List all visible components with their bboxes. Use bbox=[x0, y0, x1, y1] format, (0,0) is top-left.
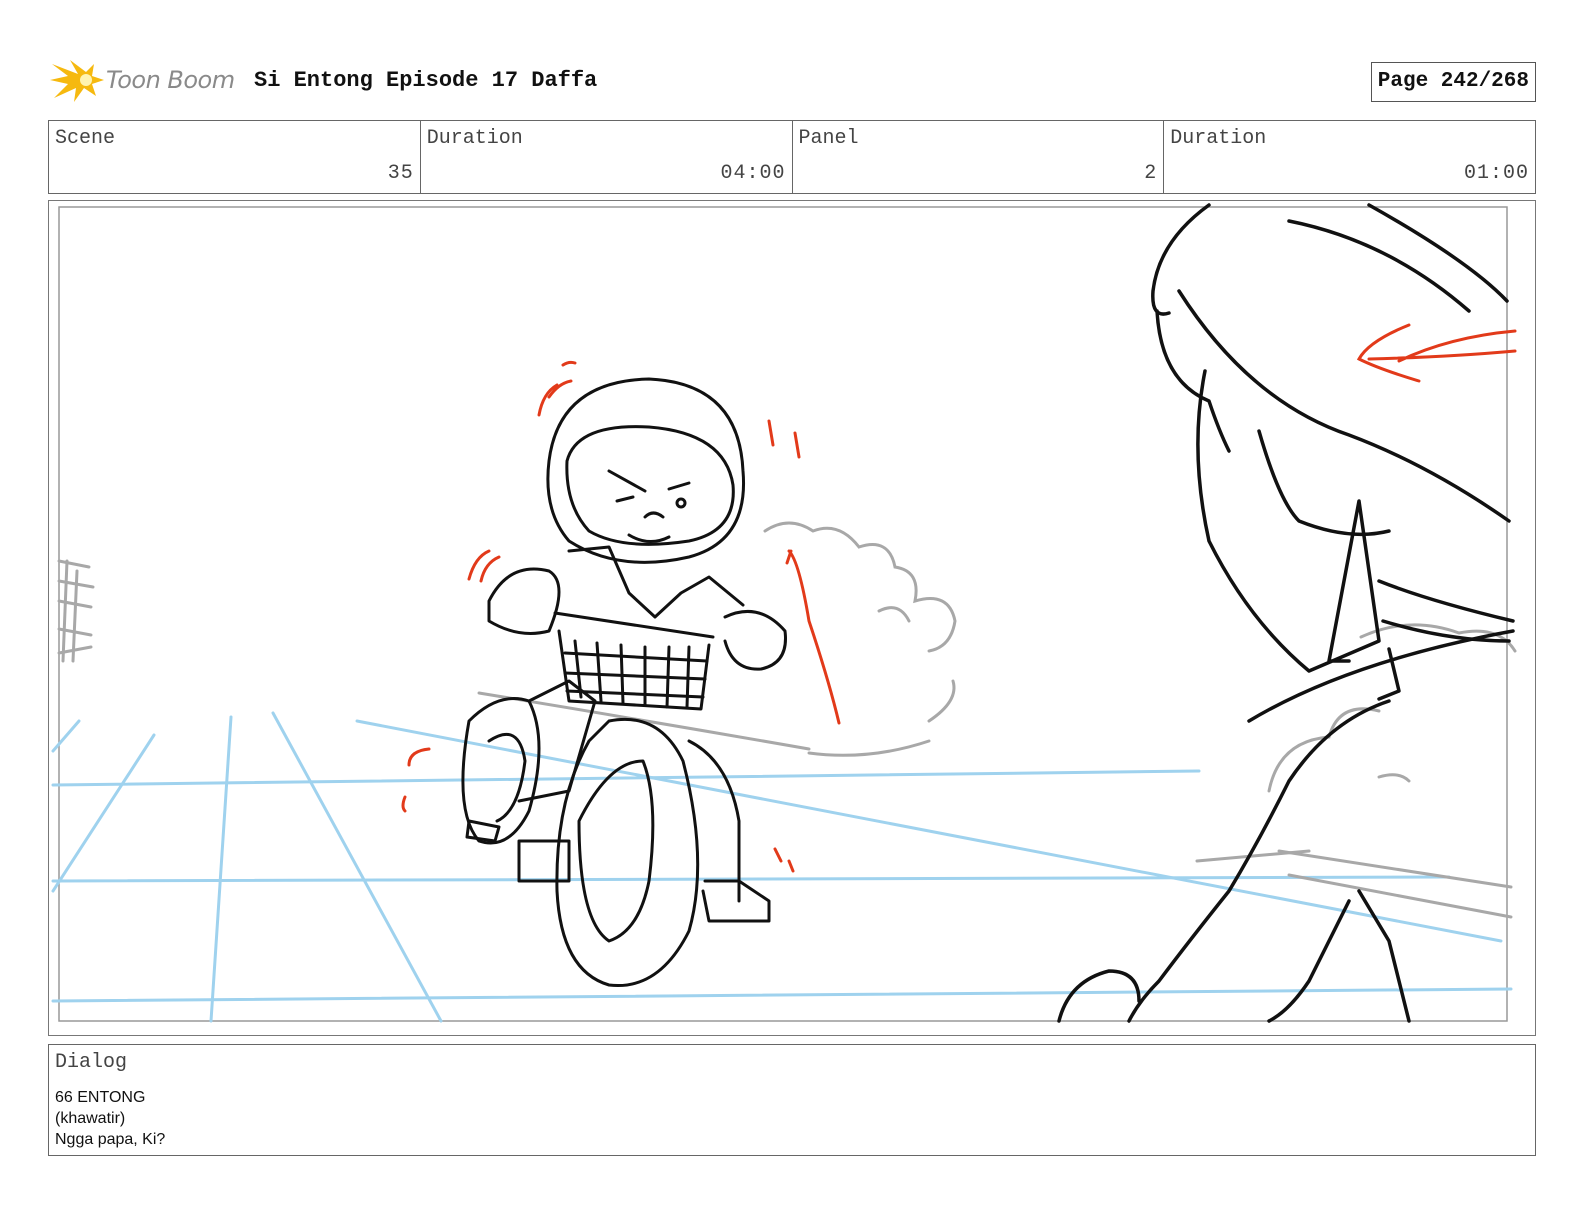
document-title: Si Entong Episode 17 Daffa bbox=[254, 68, 598, 93]
panel-duration-cell: Duration 01:00 bbox=[1164, 121, 1535, 193]
scene-duration-value: 04:00 bbox=[720, 162, 786, 185]
panel-value: 2 bbox=[1144, 162, 1158, 185]
logo-text: Toon Boom bbox=[106, 66, 235, 94]
entong-on-bike bbox=[461, 377, 787, 988]
panel-sketch bbox=[51, 203, 1517, 1023]
toon-boom-logo: Toon Boom bbox=[50, 56, 240, 106]
scene-duration-label: Duration bbox=[426, 127, 523, 150]
logo-burst-icon bbox=[50, 60, 104, 102]
scene-duration-cell: Duration 04:00 bbox=[421, 121, 793, 193]
panel-cell: Panel 2 bbox=[793, 121, 1165, 193]
dialog-line-direction: (khawatir) bbox=[55, 1110, 126, 1127]
perspective-guides bbox=[51, 711, 1513, 1023]
scene-info-table: Scene 35 Duration 04:00 Panel 2 Duration… bbox=[48, 120, 1536, 194]
dialog-text: 66 ENTONG (khawatir) Ngga papa, Ki? bbox=[55, 1087, 165, 1150]
scene-value: 35 bbox=[387, 162, 414, 185]
scene-cell: Scene 35 bbox=[49, 121, 421, 193]
storyboard-panel bbox=[48, 200, 1536, 1036]
page-header: Toon Boom Si Entong Episode 17 Daffa Pag… bbox=[48, 54, 1536, 110]
panel-duration-value: 01:00 bbox=[1463, 162, 1529, 185]
page-number: Page 242/268 bbox=[1370, 62, 1536, 102]
panel-label: Panel bbox=[798, 127, 859, 150]
dialog-label: Dialog bbox=[55, 1051, 128, 1074]
dialog-box: Dialog 66 ENTONG (khawatir) Ngga papa, K… bbox=[48, 1044, 1536, 1156]
scene-label: Scene bbox=[55, 127, 116, 150]
dialog-line-character: 66 ENTONG bbox=[55, 1089, 146, 1106]
panel-duration-label: Duration bbox=[1170, 127, 1267, 150]
dialog-line-speech: Ngga papa, Ki? bbox=[55, 1131, 166, 1148]
